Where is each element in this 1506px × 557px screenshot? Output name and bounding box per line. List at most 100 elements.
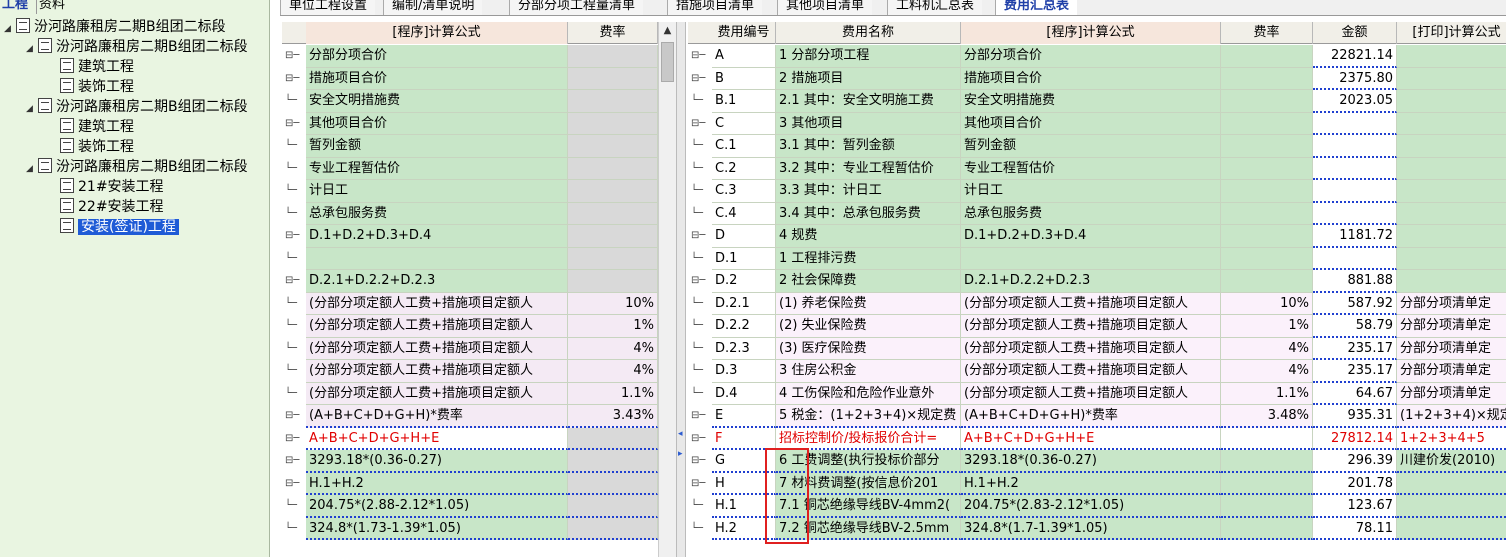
rate-cell[interactable]: [568, 45, 658, 68]
rate-cell[interactable]: [1221, 45, 1313, 68]
amount-cell[interactable]: 201.78: [1313, 472, 1397, 495]
rate-cell[interactable]: 1.1%: [1221, 382, 1313, 405]
fee-name-cell[interactable]: 3.2 其中：专业工程暂估价: [776, 157, 961, 180]
tree-line-icon[interactable]: └─: [285, 135, 305, 158]
tree-node[interactable]: ◢ 汾河路廉租房二期B组团二标段: [26, 157, 248, 177]
rate-cell[interactable]: [1221, 157, 1313, 180]
fee-code-cell[interactable]: C.1: [712, 135, 776, 158]
fee-code-cell[interactable]: D.2.2: [712, 315, 776, 338]
panel-splitter[interactable]: ◂ ▸: [676, 22, 686, 557]
rate-cell[interactable]: [1221, 495, 1313, 518]
program-formula-cell[interactable]: D.2.1+D.2.2+D.2.3: [961, 270, 1221, 293]
table-row[interactable]: └─ 总承包服务费: [282, 202, 658, 226]
rate-cell[interactable]: [1221, 67, 1313, 90]
print-formula-cell[interactable]: [1397, 225, 1506, 248]
formula-cell[interactable]: 总承包服务费: [306, 202, 568, 225]
table-row[interactable]: └─: [282, 247, 658, 270]
amount-cell[interactable]: 235.17: [1313, 337, 1397, 360]
table-row[interactable]: └─ D.2.1 (1) 养老保险费 (分部分项定额人工费+措施项目定额人 10% 587…: [688, 292, 1506, 315]
amount-cell[interactable]: [1313, 180, 1397, 203]
rate-cell[interactable]: [568, 112, 658, 135]
table-row[interactable]: ⊟─ (A+B+C+D+G+H)*费率 3.43%: [282, 405, 658, 428]
print-formula-cell[interactable]: [1397, 45, 1506, 68]
table-row[interactable]: ⊟─ G 6 工费调整(执行投标价部分 3293.18*(0.36-0.27) 296.…: [688, 450, 1506, 473]
table-row[interactable]: └─ C.3 3.3 其中：计日工 计日工: [688, 180, 1506, 203]
table-row[interactable]: └─ D.3 3 住房公积金 (分部分项定额人工费+措施项目定额人 4% 235.17 分部…: [688, 360, 1506, 383]
tree-line-icon[interactable]: └─: [285, 338, 305, 361]
print-formula-cell[interactable]: 分部分项清单定: [1397, 337, 1506, 360]
print-formula-cell[interactable]: 分部分项清单定: [1397, 315, 1506, 338]
formula-cell[interactable]: 204.75*(2.88-2.12*1.05): [306, 495, 568, 518]
tree-line-icon[interactable]: ⊟─: [691, 450, 711, 473]
program-formula-cell[interactable]: 324.8*(1.7-1.39*1.05): [961, 517, 1221, 540]
fee-code-cell[interactable]: D.2: [712, 270, 776, 293]
expand-toggle-icon[interactable]: ◢: [26, 99, 36, 119]
program-formula-cell[interactable]: 计日工: [961, 180, 1221, 203]
tree-line-icon[interactable]: └─: [285, 360, 305, 383]
tree-line-icon[interactable]: ⊟─: [691, 405, 711, 428]
print-formula-cell[interactable]: [1397, 180, 1506, 203]
amount-cell[interactable]: [1313, 135, 1397, 158]
tree-line-icon[interactable]: └─: [285, 495, 305, 518]
tree-line-icon[interactable]: └─: [285, 158, 305, 181]
table-row[interactable]: └─ (分部分项定额人工费+措施项目定额人 4%: [282, 337, 658, 361]
formula-cell[interactable]: (A+B+C+D+G+H)*费率: [306, 405, 568, 428]
print-formula-cell[interactable]: [1397, 112, 1506, 135]
fee-code-cell[interactable]: C: [712, 112, 776, 135]
header-print-formula[interactable]: [打印]计算公式: [1397, 22, 1506, 44]
tree-line-icon[interactable]: ⊟─: [691, 270, 711, 293]
rate-cell[interactable]: 10%: [568, 292, 658, 315]
table-row[interactable]: └─ (分部分项定额人工费+措施项目定额人 4%: [282, 360, 658, 383]
tree-line-icon[interactable]: └─: [691, 158, 711, 181]
tree-line-icon[interactable]: ⊟─: [691, 225, 711, 248]
rate-cell[interactable]: 10%: [1221, 292, 1313, 315]
rate-cell[interactable]: [568, 225, 658, 248]
table-row[interactable]: ⊟─ H 7 材料费调整(按信息价201 H.1+H.2 201.78: [688, 472, 1506, 495]
tab-documents[interactable]: 资料: [36, 0, 67, 14]
rate-cell[interactable]: 4%: [568, 360, 658, 383]
formula-cell[interactable]: 措施项目合价: [306, 67, 568, 90]
rate-cell[interactable]: 1%: [1221, 315, 1313, 338]
print-formula-cell[interactable]: [1397, 270, 1506, 293]
tree-line-icon[interactable]: ⊟─: [285, 225, 305, 248]
tree-line-icon[interactable]: └─: [285, 90, 305, 113]
tree-node[interactable]: 建筑工程: [48, 57, 134, 77]
rate-cell[interactable]: [568, 202, 658, 225]
rate-cell[interactable]: 4%: [1221, 337, 1313, 360]
program-formula-cell[interactable]: 暂列金额: [961, 135, 1221, 158]
tree-line-icon[interactable]: └─: [285, 203, 305, 226]
tree-line-icon[interactable]: ⊟─: [285, 68, 305, 91]
rate-cell[interactable]: [568, 495, 658, 518]
program-formula-cell[interactable]: 3293.18*(0.36-0.27): [961, 450, 1221, 473]
fee-name-cell[interactable]: 1 工程排污费: [776, 247, 961, 270]
fee-name-cell[interactable]: 招标控制价/投标报价合计=: [776, 427, 961, 450]
amount-cell[interactable]: 2023.05: [1313, 90, 1397, 113]
vertical-scrollbar[interactable]: ▲: [658, 22, 676, 557]
table-row[interactable]: └─ H.2 7.2 铜芯绝缘导线BV-2.5mm 324.8*(1.7-1.39*1…: [688, 517, 1506, 540]
program-formula-cell[interactable]: (分部分项定额人工费+措施项目定额人: [961, 292, 1221, 315]
print-formula-cell[interactable]: [1397, 495, 1506, 518]
print-formula-cell[interactable]: [1397, 157, 1506, 180]
rate-cell[interactable]: 4%: [568, 337, 658, 360]
tab-unit-settings[interactable]: 单位工程设置: [280, 0, 376, 15]
table-row[interactable]: ⊟─ C 3 其他项目 其他项目合价: [688, 112, 1506, 135]
program-formula-cell[interactable]: 总承包服务费: [961, 202, 1221, 225]
tab-measures[interactable]: 措施项目清单: [667, 0, 763, 15]
table-row[interactable]: ⊟─ A 1 分部分项工程 分部分项合价 22821.14: [688, 45, 1506, 68]
tree-node[interactable]: 装饰工程: [48, 77, 134, 97]
tree-line-icon[interactable]: ⊟─: [691, 428, 711, 451]
table-row[interactable]: └─ C.1 3.1 其中：暂列金额 暂列金额: [688, 135, 1506, 158]
rate-cell[interactable]: [568, 427, 658, 450]
program-formula-cell[interactable]: D.1+D.2+D.3+D.4: [961, 225, 1221, 248]
fee-name-cell[interactable]: (1) 养老保险费: [776, 292, 961, 315]
collapse-right-icon[interactable]: ▸: [678, 449, 683, 459]
table-row[interactable]: └─ 204.75*(2.88-2.12*1.05): [282, 495, 658, 518]
amount-cell[interactable]: [1313, 247, 1397, 270]
fee-name-cell[interactable]: 4 工伤保险和危险作业意外: [776, 382, 961, 405]
tab-other-items[interactable]: 其他项目清单: [777, 0, 873, 15]
tree-line-icon[interactable]: └─: [285, 180, 305, 203]
program-formula-cell[interactable]: 专业工程暂估价: [961, 157, 1221, 180]
rate-cell[interactable]: [1221, 112, 1313, 135]
print-formula-cell[interactable]: [1397, 517, 1506, 540]
tree-line-icon[interactable]: ⊟─: [285, 45, 305, 68]
